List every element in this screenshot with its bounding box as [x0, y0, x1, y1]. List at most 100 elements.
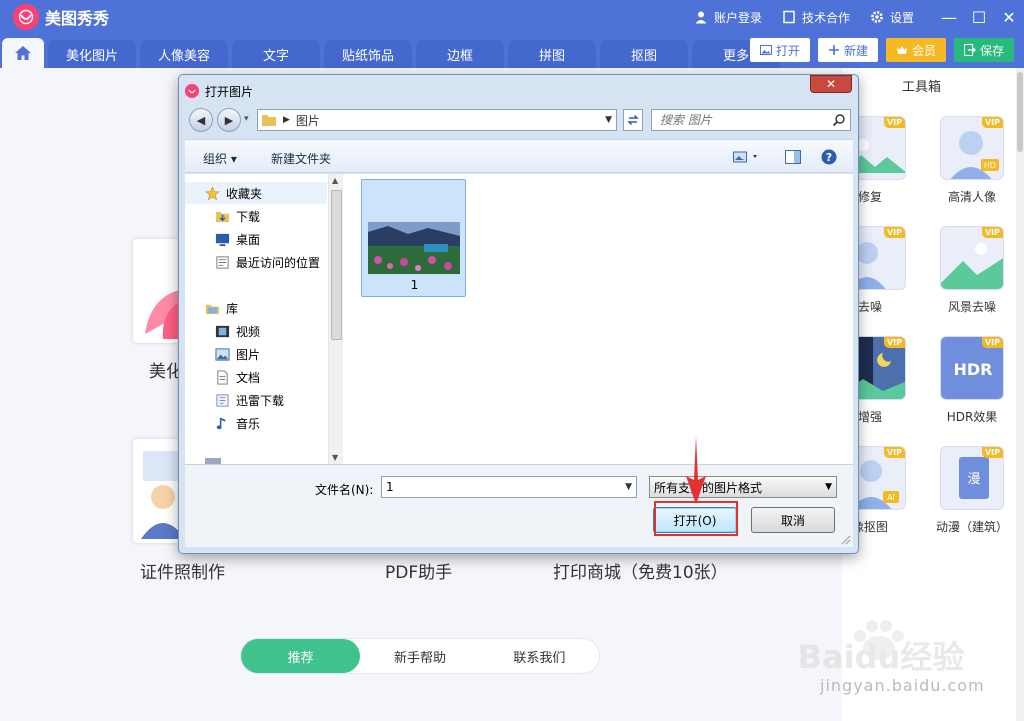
tool-label: 动漫（建筑）: [935, 520, 1008, 534]
tool-hd-portrait[interactable]: HD VIP 高清人像: [922, 116, 1004, 216]
window-close-button[interactable]: ✕: [994, 0, 1024, 34]
cancel-button[interactable]: 取消: [751, 507, 835, 533]
nav-label: 音乐: [236, 416, 261, 431]
save-label: 保存: [979, 43, 1004, 58]
vip-badge: VIP: [981, 447, 1003, 458]
toolbox-scrollbar[interactable]: [1016, 68, 1024, 721]
new-label: 新建: [843, 43, 868, 58]
print-mall-label: 打印商城（免费10张）: [553, 563, 728, 583]
new-folder-button[interactable]: 新建文件夹: [271, 150, 331, 167]
nav-desktop[interactable]: 桌面: [185, 228, 327, 250]
tool-anime[interactable]: 漫 VIP 动漫（建筑）: [922, 446, 1008, 546]
tab-portrait[interactable]: 人像美容: [140, 40, 228, 68]
breadcrumb-arrow-icon: ▶: [283, 115, 290, 125]
history-dropdown-icon[interactable]: ▾: [244, 114, 249, 124]
scrollbar-thumb[interactable]: [331, 190, 342, 340]
minimize-button[interactable]: —: [934, 0, 964, 34]
address-dropdown-icon[interactable]: ▼: [605, 115, 612, 125]
file-name: 1: [410, 278, 419, 292]
save-button[interactable]: 保存: [953, 38, 1014, 62]
scroll-down-icon[interactable]: ▼: [332, 453, 338, 462]
toolbox-title: 工具箱: [902, 80, 942, 95]
nav-music[interactable]: 音乐: [185, 412, 327, 434]
vip-button[interactable]: 会员: [885, 38, 946, 62]
nav-downloads[interactable]: 下载: [185, 205, 327, 227]
resize-grip-icon[interactable]: [841, 535, 851, 545]
open-image-dialog: 打开图片 ✕ ◀ ▶ ▾ ▶ 图片 ▼ 组织 ▾ 新建文件夹 ? 收藏夹: [178, 74, 859, 554]
refresh-icon: [627, 114, 639, 126]
forward-button[interactable]: ▶: [217, 108, 241, 132]
help-icon[interactable]: ?: [821, 149, 837, 165]
document-icon: [783, 10, 795, 24]
tool-label: HDR效果: [946, 410, 998, 424]
desktop-icon: [215, 233, 230, 246]
tab-stickers[interactable]: 贴纸饰品: [324, 40, 412, 68]
tab-text[interactable]: 文字: [232, 40, 320, 68]
tech-partner-button[interactable]: 技术合作: [782, 9, 850, 26]
ai-text: AI: [887, 493, 895, 502]
refresh-button[interactable]: [623, 109, 643, 131]
video-icon: [215, 325, 230, 337]
tech-partner-label: 技术合作: [801, 10, 850, 25]
account-login-button[interactable]: 账户登录: [694, 9, 762, 26]
nav-library[interactable]: 库: [185, 297, 327, 319]
nav-pictures[interactable]: 图片: [185, 343, 327, 365]
image-thumbnail: [368, 222, 460, 274]
watermark-url: jingyan.baidu.com: [820, 676, 985, 695]
address-bar[interactable]: ▶ 图片 ▼: [257, 109, 617, 131]
view-options-icon[interactable]: [733, 151, 761, 163]
open-button[interactable]: 打开: [749, 38, 810, 62]
watermark-brand: Baidu经验: [798, 638, 965, 676]
preview-pane-icon[interactable]: [785, 150, 801, 164]
search-icon[interactable]: [832, 113, 846, 127]
tab-recommend[interactable]: 推荐: [241, 639, 361, 673]
tab-beautify[interactable]: 美化图片: [48, 40, 136, 68]
app-title: 美图秀秀: [45, 9, 110, 28]
red-arrow-icon: [686, 436, 706, 504]
image-icon: [759, 45, 772, 55]
nav-xunlei-downloads[interactable]: 迅雷下载: [185, 389, 327, 411]
plus-icon: [828, 45, 839, 55]
filename-dropdown-icon[interactable]: ▼: [625, 482, 632, 492]
star-icon: [205, 185, 220, 200]
search-input[interactable]: [652, 113, 832, 127]
maximize-button[interactable]: ☐: [964, 0, 994, 34]
tab-beginner-help[interactable]: 新手帮助: [360, 639, 479, 673]
export-icon: [963, 44, 976, 56]
arrow-left-icon: ◀: [196, 113, 206, 127]
tab-cutout[interactable]: 抠图: [600, 40, 688, 68]
filename-input[interactable]: [386, 480, 626, 494]
file-item[interactable]: 1: [361, 179, 466, 297]
nav-scrollbar[interactable]: ▲ ▼: [328, 174, 343, 464]
hd-text: HD: [984, 161, 996, 170]
meitu-logo-icon: [13, 4, 39, 30]
settings-button[interactable]: 设置: [870, 9, 914, 26]
nav-recent[interactable]: 最近访问的位置: [185, 251, 327, 273]
tab-frames[interactable]: 边框: [416, 40, 504, 68]
hdr-text: HDR: [954, 360, 993, 379]
vip-badge: VIP: [883, 447, 905, 458]
nav-favorites[interactable]: 收藏夹: [185, 182, 327, 204]
nav-label: 桌面: [236, 232, 261, 247]
bottom-tab-bar: 推荐 新手帮助 联系我们: [240, 638, 600, 674]
new-button[interactable]: 新建: [817, 38, 878, 62]
back-button[interactable]: ◀: [189, 108, 213, 132]
tool-hdr[interactable]: HDR VIP HDR效果: [922, 336, 1004, 436]
main-tab-bar: 美化图片 人像美容 文字 贴纸饰品 边框 拼图 抠图 更多 打开 新建 会员 保…: [0, 34, 1024, 68]
scroll-up-icon[interactable]: ▲: [332, 176, 338, 185]
nav-documents[interactable]: 文档: [185, 366, 327, 388]
dialog-close-button[interactable]: ✕: [810, 75, 852, 93]
dialog-footer: 文件名(N): ▼ 所有支持的图片格式 ▼ 打开(O) 取消: [185, 464, 853, 547]
vip-badge: VIP: [981, 337, 1003, 348]
tab-home[interactable]: [2, 38, 44, 68]
tool-label: 高清人像: [947, 190, 996, 204]
command-bar: 组织 ▾ 新建文件夹 ?: [185, 139, 853, 173]
tab-contact-us[interactable]: 联系我们: [480, 639, 599, 673]
svg-text:?: ?: [826, 151, 832, 164]
nav-videos[interactable]: 视频: [185, 320, 327, 342]
organize-button[interactable]: 组织 ▾: [203, 150, 237, 167]
scrollbar-thumb[interactable]: [1017, 72, 1023, 152]
tool-landscape-denoise[interactable]: VIP 风景去噪: [922, 226, 1004, 326]
tab-collage[interactable]: 拼图: [508, 40, 596, 68]
hdr-icon: HDR VIP: [940, 336, 1004, 400]
